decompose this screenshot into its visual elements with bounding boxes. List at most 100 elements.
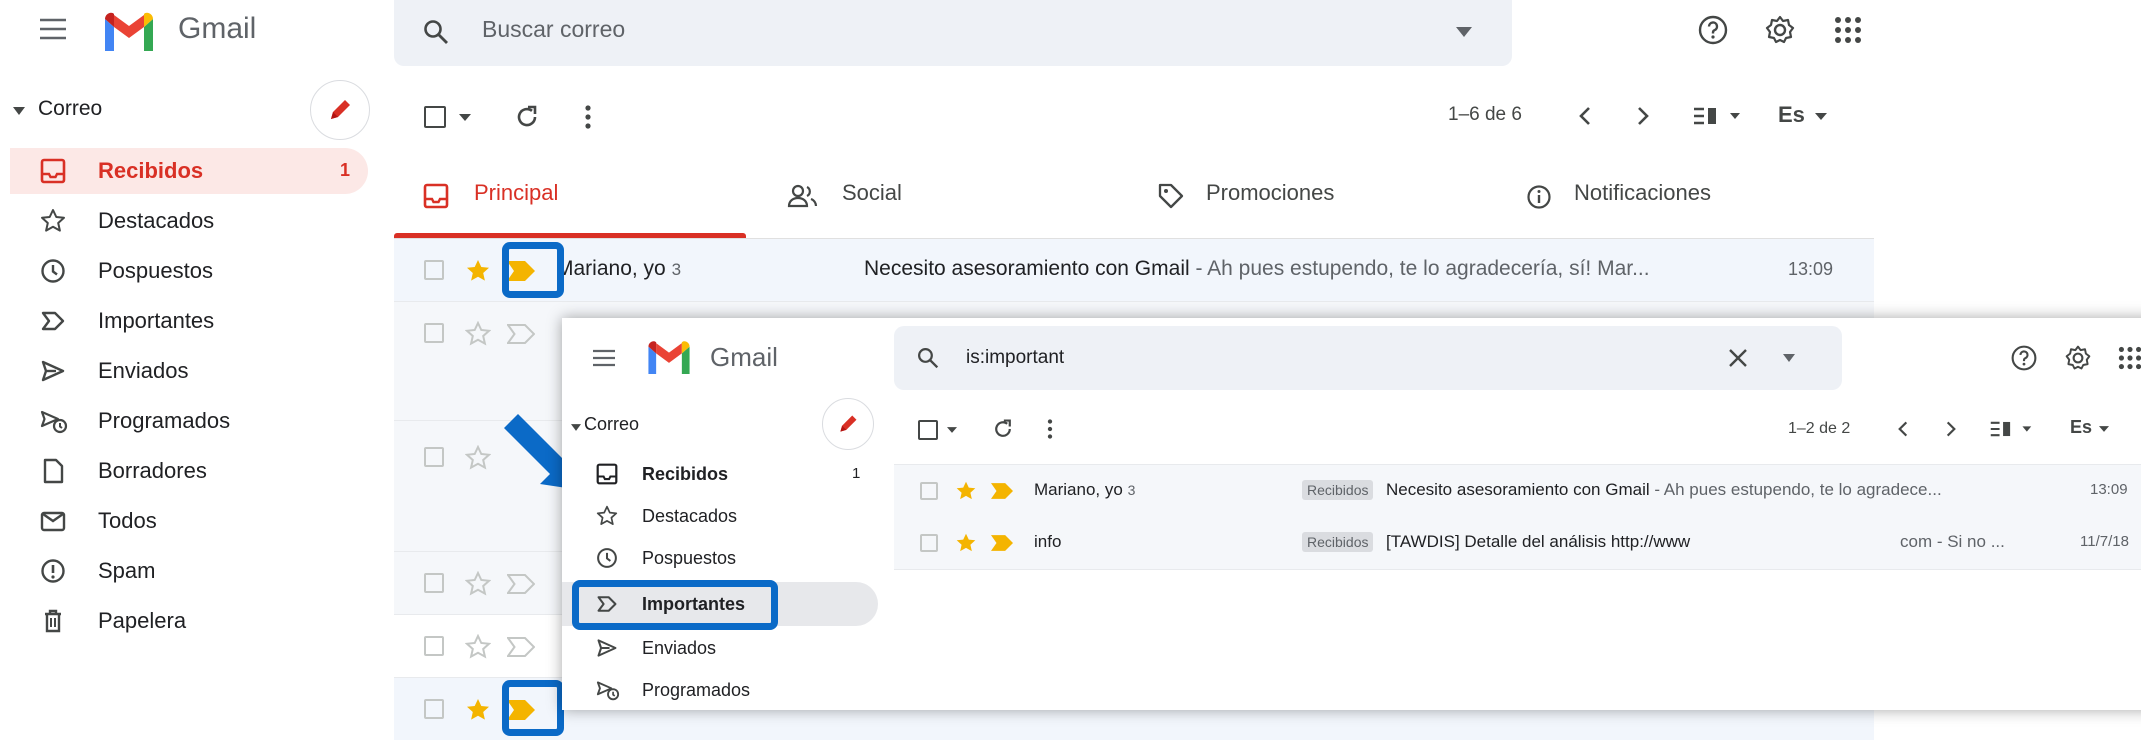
- row-checkbox[interactable]: [424, 699, 444, 719]
- apps-grid-icon[interactable]: [2114, 342, 2141, 374]
- compose-button[interactable]: [310, 80, 370, 140]
- next-page-icon[interactable]: [1630, 102, 1656, 130]
- star-outline-icon[interactable]: [464, 570, 492, 598]
- star-outline-icon[interactable]: [464, 444, 492, 472]
- sidebar-item-destacados[interactable]: Destacados: [10, 198, 368, 244]
- table-row[interactable]: Mariano, yo 3 Necesito asesoramiento con…: [394, 239, 1874, 302]
- main-menu-icon[interactable]: [590, 344, 618, 372]
- star-outline-icon[interactable]: [464, 320, 492, 348]
- sidebar-item-label: Recibidos: [642, 464, 729, 484]
- spam-icon: [40, 558, 66, 584]
- tab-promociones[interactable]: Promociones: [1140, 152, 1492, 238]
- more-vert-icon[interactable]: [578, 102, 598, 132]
- pagination-text: 1–6 de 6: [1448, 104, 1522, 125]
- star-filled-icon[interactable]: [464, 696, 492, 724]
- important-outline-icon[interactable]: [506, 572, 536, 596]
- label-chip[interactable]: Recibidos: [1302, 480, 1374, 500]
- sidebar-item-destacados[interactable]: Destacados: [562, 496, 878, 536]
- refresh-icon[interactable]: [990, 416, 1016, 442]
- more-vert-icon[interactable]: [1042, 416, 1058, 442]
- table-row[interactable]: info Recibidos [TAWDIS] Detalle del anál…: [894, 517, 2141, 570]
- split-pane-icon[interactable]: [1988, 418, 2034, 440]
- important-icon: [40, 308, 66, 334]
- settings-icon[interactable]: [1762, 12, 1798, 48]
- tab-social[interactable]: Social: [770, 152, 1122, 238]
- table-row[interactable]: Mariano, yo 3 Recibidos Necesito asesora…: [894, 464, 2141, 518]
- search-bar[interactable]: Buscar correo: [394, 0, 1512, 66]
- prev-page-icon[interactable]: [1572, 102, 1598, 130]
- mail-section-label[interactable]: Correo: [584, 414, 639, 435]
- label-chip[interactable]: Recibidos: [1302, 532, 1374, 552]
- collapse-arrow-icon[interactable]: [570, 421, 582, 433]
- star-filled-icon[interactable]: [954, 531, 978, 555]
- select-all-checkbox[interactable]: [918, 420, 938, 440]
- sidebar-item-programados[interactable]: Programados: [10, 398, 368, 444]
- clear-search-icon[interactable]: [1724, 344, 1752, 372]
- input-tools-label[interactable]: Es: [2070, 417, 2092, 438]
- important-marker-icon[interactable]: [990, 533, 1014, 553]
- select-all-checkbox[interactable]: [424, 106, 446, 128]
- sidebar-item-recibidos[interactable]: Recibidos 1: [562, 454, 878, 494]
- mail-section-label[interactable]: Correo: [38, 97, 102, 121]
- important-outline-icon[interactable]: [506, 635, 536, 659]
- row-checkbox[interactable]: [424, 447, 444, 467]
- app-name: Gmail: [710, 342, 778, 372]
- prev-page-icon[interactable]: [1892, 418, 1914, 440]
- search-bar[interactable]: is:important: [894, 326, 1842, 390]
- sidebar-item-spam[interactable]: Spam: [10, 548, 368, 594]
- row-checkbox[interactable]: [920, 482, 938, 500]
- settings-icon[interactable]: [2062, 342, 2094, 374]
- row-snippet: com - Si no ...: [1900, 532, 2005, 551]
- row-checkbox[interactable]: [424, 260, 444, 280]
- collapse-arrow-icon[interactable]: [12, 104, 26, 118]
- sidebar-item-papelera[interactable]: Papelera: [10, 598, 368, 644]
- next-page-icon[interactable]: [1940, 418, 1962, 440]
- tab-label: Social: [842, 180, 902, 205]
- sidebar-item-borradores[interactable]: Borradores: [10, 448, 368, 494]
- search-input[interactable]: Buscar correo: [482, 16, 625, 43]
- tab-label: Promociones: [1206, 180, 1335, 205]
- send-icon: [40, 358, 66, 384]
- input-tools-dropdown-icon[interactable]: [2098, 424, 2110, 434]
- input-tools-label[interactable]: Es: [1778, 102, 1805, 128]
- sidebar-item-programados[interactable]: Programados: [562, 670, 878, 710]
- help-icon[interactable]: [1695, 12, 1731, 48]
- sidebar-item-pospuestos[interactable]: Pospuestos: [10, 248, 368, 294]
- important-outline-icon[interactable]: [506, 322, 536, 346]
- tab-principal[interactable]: Principal: [394, 152, 746, 238]
- row-checkbox[interactable]: [920, 534, 938, 552]
- search-icon[interactable]: [420, 16, 452, 48]
- sidebar-item-pospuestos[interactable]: Pospuestos: [562, 538, 878, 578]
- search-options-icon[interactable]: [1780, 350, 1798, 366]
- sidebar-item-todos[interactable]: Todos: [10, 498, 368, 544]
- row-checkbox[interactable]: [424, 323, 444, 343]
- apps-grid-icon[interactable]: [1830, 12, 1866, 48]
- refresh-icon[interactable]: [512, 102, 542, 132]
- sidebar-item-enviados[interactable]: Enviados: [10, 348, 368, 394]
- search-options-icon[interactable]: [1452, 20, 1476, 44]
- important-marker-icon[interactable]: [990, 481, 1014, 501]
- clock-icon: [40, 258, 66, 284]
- select-dropdown-icon[interactable]: [946, 424, 958, 436]
- help-icon[interactable]: [2008, 342, 2040, 374]
- split-pane-icon[interactable]: [1690, 104, 1744, 128]
- tab-label: Principal: [474, 180, 559, 205]
- select-dropdown-icon[interactable]: [458, 110, 472, 124]
- main-menu-icon[interactable]: [38, 14, 68, 44]
- row-checkbox[interactable]: [424, 636, 444, 656]
- search-icon[interactable]: [914, 344, 942, 372]
- row-checkbox[interactable]: [424, 573, 444, 593]
- star-filled-icon[interactable]: [464, 257, 492, 285]
- sidebar-item-enviados[interactable]: Enviados: [562, 628, 878, 668]
- sidebar-item-recibidos[interactable]: Recibidos 1: [10, 148, 368, 194]
- row-subject: Necesito asesoramiento con Gmail - Ah pu…: [864, 257, 1650, 280]
- compose-button[interactable]: [822, 398, 874, 450]
- sidebar-item-importantes[interactable]: Importantes: [10, 298, 368, 344]
- pencil-icon: [331, 100, 350, 119]
- star-outline-icon: [596, 505, 618, 527]
- search-input[interactable]: is:important: [966, 347, 1064, 369]
- input-tools-dropdown-icon[interactable]: [1814, 110, 1828, 122]
- tab-notificaciones[interactable]: Notificaciones: [1510, 152, 1862, 238]
- star-outline-icon[interactable]: [464, 633, 492, 661]
- star-filled-icon[interactable]: [954, 479, 978, 503]
